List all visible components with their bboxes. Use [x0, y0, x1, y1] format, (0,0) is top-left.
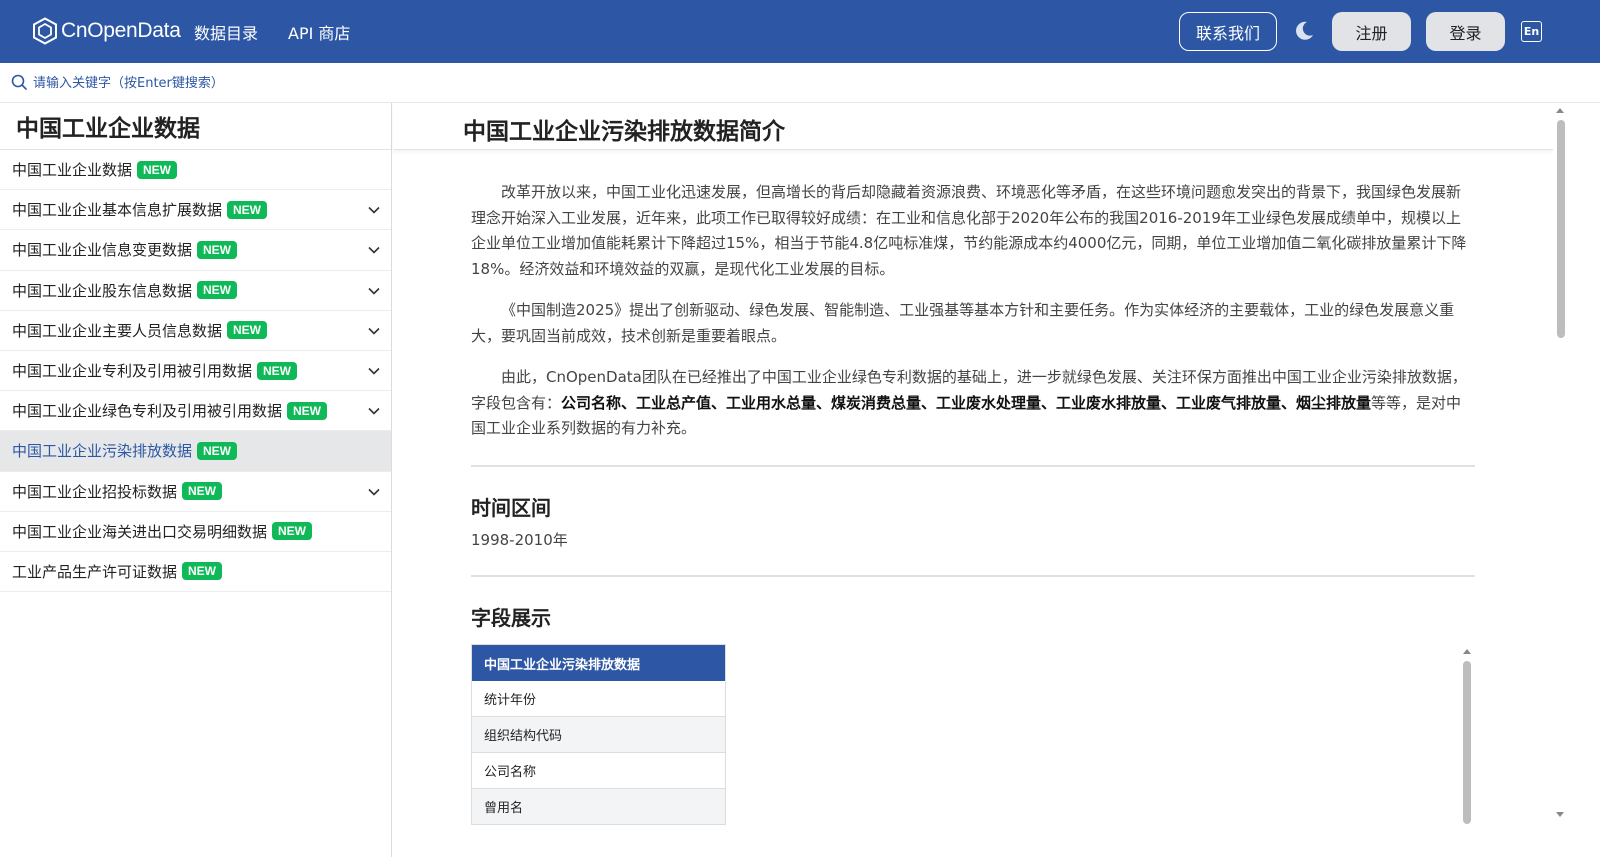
- intro-paragraph-1: 改革开放以来，中国工业化迅速发展，但高增长的背后却隐藏着资源浪费、环境恶化等矛盾…: [471, 183, 1467, 278]
- table-row: 公司名称: [472, 753, 725, 789]
- sidebar-list: 中国工业企业数据 NEW 中国工业企业基本信息扩展数据 NEW 中国工业企业信息变更数据…: [0, 150, 391, 593]
- sidebar-item-label: 中国工业企业信息变更数据: [12, 241, 193, 260]
- time-range-title: 时间区间: [471, 496, 551, 520]
- table-row: 组织结构代码: [472, 717, 725, 753]
- search-bar: [0, 63, 1600, 103]
- sidebar-item[interactable]: 中国工业企业绿色专利及引用被引用数据 NEW: [0, 391, 391, 432]
- sidebar-item-label: 工业产品生产许可证数据: [12, 562, 178, 581]
- sidebar-item-label: 中国工业企业海关进出口交易明细数据: [12, 522, 268, 541]
- sidebar-item-label: 中国工业企业数据: [12, 161, 133, 180]
- divider: [471, 465, 1475, 467]
- scroll-up-arrow-icon[interactable]: [1463, 649, 1471, 654]
- chevron-down-icon[interactable]: [367, 324, 381, 338]
- sidebar-item[interactable]: 中国工业企业信息变更数据 NEW: [0, 230, 391, 271]
- new-badge: NEW: [197, 441, 238, 460]
- sidebar: 中国工业企业数据 中国工业企业数据 NEW 中国工业企业基本信息扩展数据 NEW 中国工…: [0, 103, 392, 857]
- chevron-down-icon[interactable]: [367, 203, 381, 217]
- table-row: 统计年份: [472, 681, 725, 717]
- sidebar-item-label: 中国工业企业基本信息扩展数据: [12, 201, 223, 220]
- search-icon: [11, 74, 27, 90]
- scrollbar-thumb[interactable]: [1463, 661, 1471, 824]
- field-table-header: 中国工业企业污染排放数据: [472, 645, 725, 681]
- scroll-down-arrow-icon[interactable]: [1556, 812, 1564, 817]
- new-badge: NEW: [272, 522, 313, 541]
- intro-paragraph-3: 由此，CnOpenData团队在已经推出了中国工业企业绿色专利数据的基础上，进一…: [471, 365, 1475, 442]
- sidebar-item-label: 中国工业企业绿色专利及引用被引用数据: [12, 402, 283, 421]
- hexagon-logo-icon: [33, 17, 57, 45]
- time-range-value: 1998-2010年: [471, 531, 568, 549]
- contact-us-button[interactable]: 联系我们: [1179, 12, 1277, 51]
- para3-fields: 公司名称、工业总产值、工业用水总量、煤炭消费总量、工业废水处理量、工业废水排放量…: [561, 393, 1372, 412]
- chevron-down-icon[interactable]: [367, 404, 381, 418]
- sidebar-item[interactable]: 中国工业企业主要人员信息数据 NEW: [0, 311, 391, 351]
- new-badge: NEW: [197, 240, 238, 259]
- nav-data-catalog[interactable]: 数据目录: [194, 20, 258, 44]
- chevron-down-icon[interactable]: [367, 364, 381, 378]
- chevron-down-icon[interactable]: [367, 485, 381, 499]
- new-badge: NEW: [227, 200, 268, 219]
- sidebar-item[interactable]: 中国工业企业污染排放数据 NEW: [0, 431, 391, 472]
- page-scrollbar[interactable]: [1553, 103, 1568, 824]
- table-row: 曾用名: [472, 789, 725, 825]
- language-switch-icon[interactable]: En: [1521, 21, 1542, 42]
- divider: [471, 575, 1475, 577]
- field-table: 中国工业企业污染排放数据 统计年份 组织结构代码 公司名称 曾用名: [471, 644, 726, 825]
- sidebar-item-label: 中国工业企业招投标数据: [12, 482, 178, 501]
- search-input[interactable]: [33, 72, 533, 94]
- register-button[interactable]: 注册: [1332, 12, 1411, 51]
- nav-api-store[interactable]: API 商店: [288, 20, 350, 44]
- login-button[interactable]: 登录: [1426, 12, 1505, 51]
- scrollbar-thumb[interactable]: [1557, 120, 1565, 338]
- new-badge: NEW: [197, 281, 238, 300]
- sidebar-item[interactable]: 中国工业企业招投标数据 NEW: [0, 472, 391, 512]
- sidebar-item[interactable]: 中国工业企业股东信息数据 NEW: [0, 271, 391, 311]
- fields-title: 字段展示: [471, 606, 551, 630]
- new-badge: NEW: [182, 482, 223, 501]
- new-badge: NEW: [137, 160, 178, 179]
- sidebar-item[interactable]: 中国工业企业数据 NEW: [0, 150, 391, 191]
- intro-content: 改革开放以来，中国工业化迅速发展，但高增长的背后却隐藏着资源浪费、环境恶化等矛盾…: [471, 180, 1475, 458]
- new-badge: NEW: [287, 401, 328, 420]
- new-badge: NEW: [227, 321, 268, 340]
- chevron-down-icon[interactable]: [367, 243, 381, 257]
- top-navbar: CnOpenData 数据目录 API 商店 联系我们 注册 登录 En: [0, 0, 1600, 63]
- sidebar-item-label: 中国工业企业污染排放数据: [12, 442, 193, 461]
- scroll-up-arrow-icon[interactable]: [1556, 108, 1564, 113]
- new-badge: NEW: [257, 361, 298, 380]
- page-title: 中国工业企业污染排放数据简介: [463, 119, 785, 145]
- chevron-down-icon[interactable]: [367, 284, 381, 298]
- new-badge: NEW: [182, 562, 223, 581]
- dark-mode-moon-icon[interactable]: [1293, 20, 1315, 42]
- sidebar-item[interactable]: 中国工业企业专利及引用被引用数据 NEW: [0, 351, 391, 392]
- sidebar-item-label: 中国工业企业股东信息数据: [12, 281, 193, 300]
- sidebar-item[interactable]: 工业产品生产许可证数据 NEW: [0, 552, 391, 593]
- logo[interactable]: CnOpenData: [32, 17, 181, 45]
- sidebar-title: 中国工业企业数据: [0, 103, 391, 150]
- field-table-scrollbar[interactable]: [1461, 646, 1473, 824]
- logo-text: CnOpenData: [61, 19, 181, 42]
- sidebar-item[interactable]: 中国工业企业基本信息扩展数据 NEW: [0, 190, 391, 231]
- main-header: 中国工业企业污染排放数据简介: [393, 103, 1553, 150]
- intro-paragraph-2: 《中国制造2025》提出了创新驱动、绿色发展、智能制造、工业强基等基本方针和主要…: [471, 301, 1455, 345]
- sidebar-item-label: 中国工业企业专利及引用被引用数据: [12, 362, 253, 381]
- sidebar-item-label: 中国工业企业主要人员信息数据: [12, 321, 223, 340]
- sidebar-item[interactable]: 中国工业企业海关进出口交易明细数据 NEW: [0, 512, 391, 552]
